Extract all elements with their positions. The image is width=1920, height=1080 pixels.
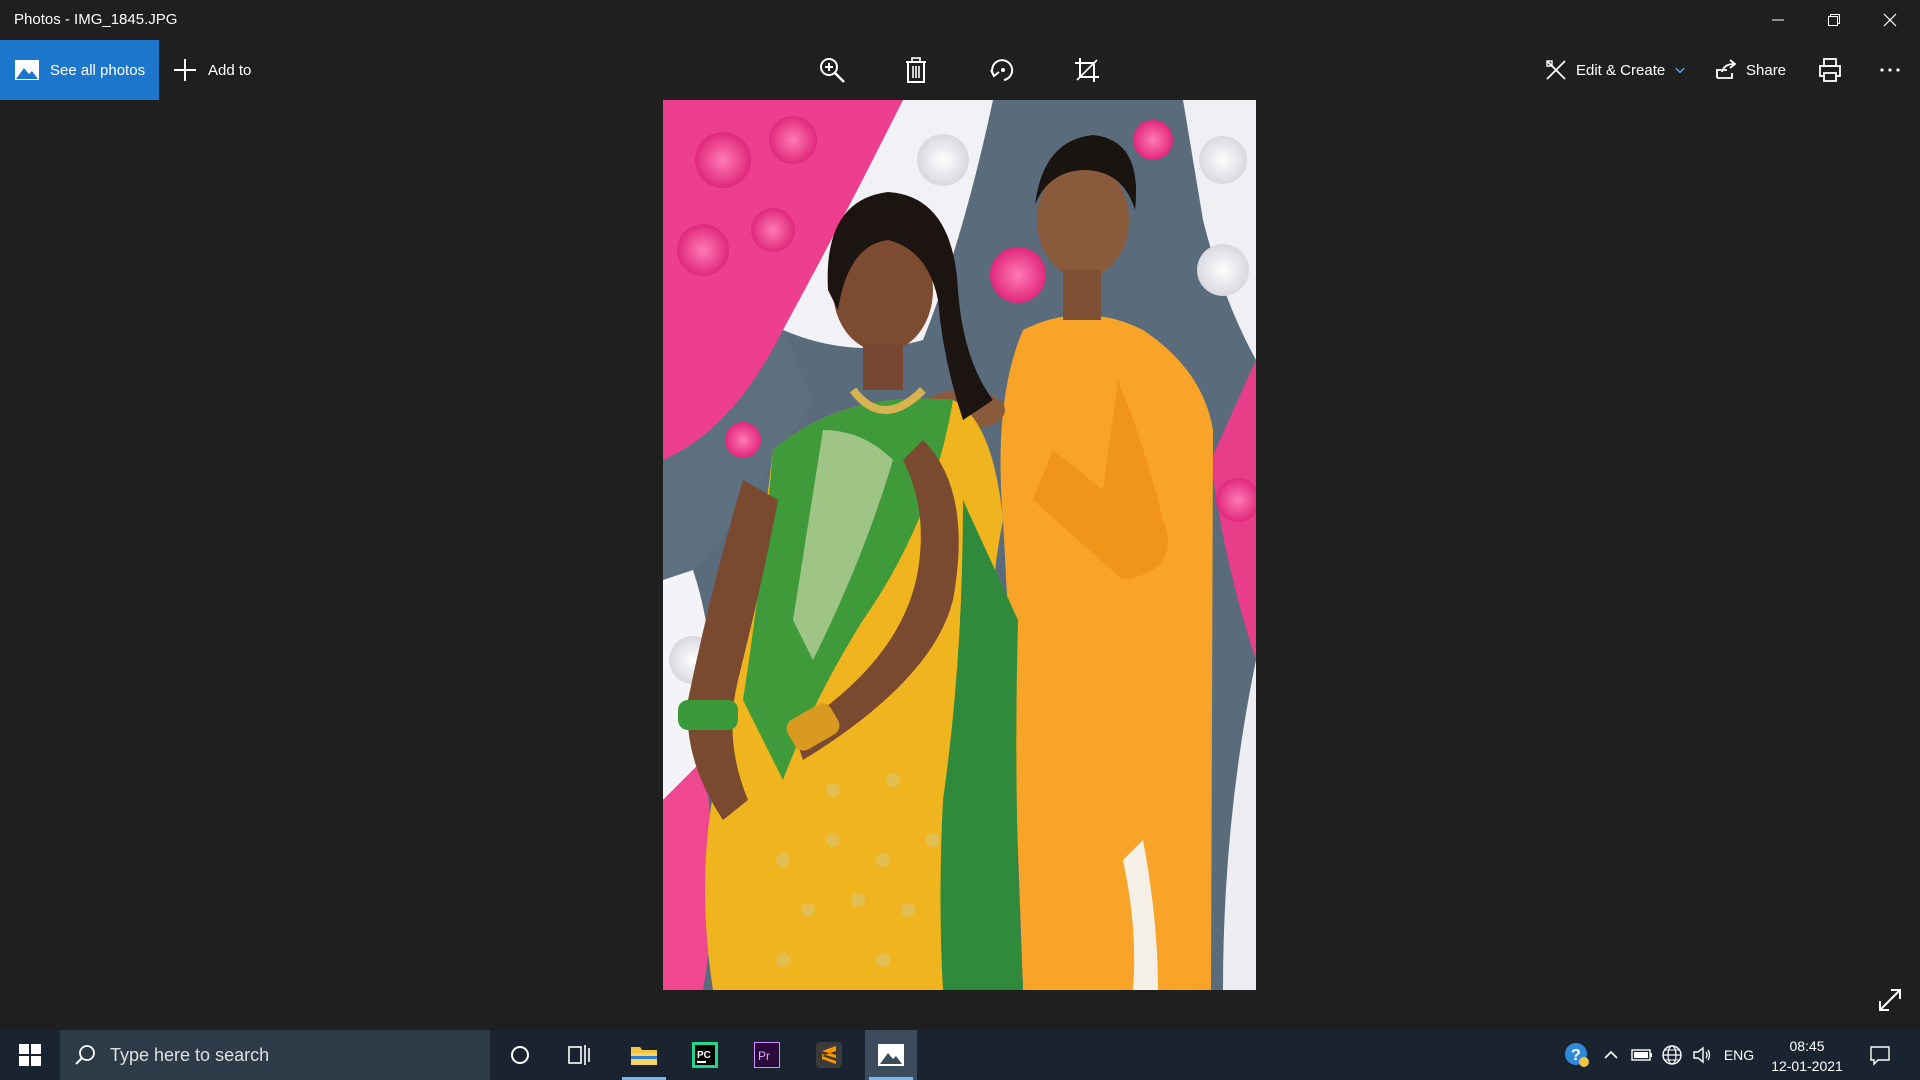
photos-icon bbox=[878, 1044, 904, 1066]
action-center-button[interactable] bbox=[1862, 1030, 1898, 1080]
rotate-button[interactable] bbox=[984, 52, 1020, 88]
photo-image bbox=[663, 100, 1256, 990]
edit-create-button[interactable]: Edit & Create bbox=[1544, 40, 1687, 100]
folder-icon bbox=[631, 1047, 657, 1065]
speaker-icon bbox=[1693, 1046, 1711, 1064]
expand-icon bbox=[1879, 989, 1901, 1011]
more-options-button[interactable] bbox=[1872, 52, 1908, 88]
taskbar-search-box[interactable]: Type here to search bbox=[60, 1030, 490, 1080]
rotate-icon bbox=[990, 59, 1014, 81]
close-icon bbox=[1883, 13, 1897, 27]
start-button[interactable] bbox=[0, 1030, 60, 1080]
sublime-text-icon bbox=[816, 1042, 842, 1068]
taskbar-pycharm[interactable]: PC bbox=[679, 1030, 731, 1080]
taskbar-sublime-text[interactable] bbox=[803, 1030, 855, 1080]
print-icon bbox=[1819, 58, 1841, 82]
more-icon bbox=[1880, 68, 1900, 72]
cortana-button[interactable] bbox=[494, 1030, 546, 1080]
taskbar: Type here to search PC Pr ? ENG 08:45 12… bbox=[0, 1030, 1920, 1080]
svg-text:PC: PC bbox=[697, 1050, 711, 1061]
network-tray-icon[interactable] bbox=[1658, 1030, 1686, 1080]
clock-date: 12-01-2021 bbox=[1771, 1058, 1843, 1074]
print-button[interactable] bbox=[1812, 52, 1848, 88]
edit-create-label: Edit & Create bbox=[1576, 61, 1666, 79]
help-icon: ? bbox=[1565, 1043, 1589, 1067]
notification-icon bbox=[1870, 1046, 1890, 1066]
svg-text:Pr: Pr bbox=[758, 1049, 770, 1063]
chevron-down-icon bbox=[1675, 67, 1685, 74]
crop-button[interactable] bbox=[1069, 52, 1105, 88]
photo-display[interactable] bbox=[663, 100, 1256, 990]
cortana-icon bbox=[511, 1046, 529, 1064]
windows-icon bbox=[19, 1044, 41, 1066]
restore-button[interactable] bbox=[1806, 0, 1862, 40]
delete-button[interactable] bbox=[898, 52, 934, 88]
task-view-icon bbox=[568, 1045, 590, 1065]
trash-icon bbox=[906, 57, 926, 83]
help-tray-icon[interactable]: ? bbox=[1560, 1030, 1594, 1080]
plus-icon bbox=[174, 59, 196, 81]
edit-create-icon bbox=[1546, 60, 1566, 80]
language-label: ENG bbox=[1723, 1047, 1755, 1063]
battery-icon bbox=[1631, 1049, 1652, 1061]
zoom-button[interactable] bbox=[814, 52, 850, 88]
show-hidden-icons-button[interactable] bbox=[1598, 1030, 1624, 1080]
premiere-pro-icon: Pr bbox=[754, 1042, 780, 1068]
globe-icon bbox=[1662, 1045, 1682, 1065]
clock-time: 08:45 bbox=[1789, 1038, 1825, 1054]
language-indicator[interactable]: ENG bbox=[1718, 1030, 1760, 1080]
pycharm-icon: PC bbox=[692, 1042, 718, 1068]
fullscreen-button[interactable] bbox=[1874, 984, 1906, 1016]
volume-tray-icon[interactable] bbox=[1688, 1030, 1716, 1080]
taskbar-file-explorer[interactable] bbox=[618, 1030, 670, 1080]
image-icon bbox=[15, 60, 39, 80]
zoom-in-icon bbox=[820, 58, 845, 83]
share-label: Share bbox=[1746, 61, 1787, 79]
taskbar-photos[interactable] bbox=[865, 1030, 917, 1080]
task-view-button[interactable] bbox=[554, 1030, 606, 1080]
add-to-button[interactable]: Add to bbox=[172, 40, 251, 100]
see-all-photos-label: See all photos bbox=[50, 61, 146, 79]
search-icon bbox=[75, 1045, 95, 1065]
share-button[interactable]: Share bbox=[1714, 40, 1786, 100]
add-to-label: Add to bbox=[208, 61, 252, 79]
close-button[interactable] bbox=[1862, 0, 1918, 40]
crop-icon bbox=[1075, 58, 1099, 82]
chevron-up-icon bbox=[1604, 1050, 1618, 1059]
see-all-photos-button[interactable]: See all photos bbox=[0, 40, 159, 100]
restore-icon bbox=[1828, 14, 1840, 26]
minimize-button[interactable] bbox=[1750, 0, 1806, 40]
taskbar-clock[interactable]: 08:45 12-01-2021 bbox=[1768, 1036, 1846, 1076]
window-title: Photos - IMG_1845.JPG bbox=[14, 11, 178, 28]
title-bar: Photos - IMG_1845.JPG bbox=[0, 0, 1920, 40]
taskbar-premiere-pro[interactable]: Pr bbox=[741, 1030, 793, 1080]
battery-tray-icon[interactable] bbox=[1628, 1030, 1656, 1080]
minimize-icon bbox=[1772, 19, 1784, 21]
search-placeholder: Type here to search bbox=[110, 1044, 270, 1065]
photo-toolbar: See all photos Add to Edit & Create Shar… bbox=[0, 40, 1920, 100]
share-icon bbox=[1716, 59, 1737, 79]
